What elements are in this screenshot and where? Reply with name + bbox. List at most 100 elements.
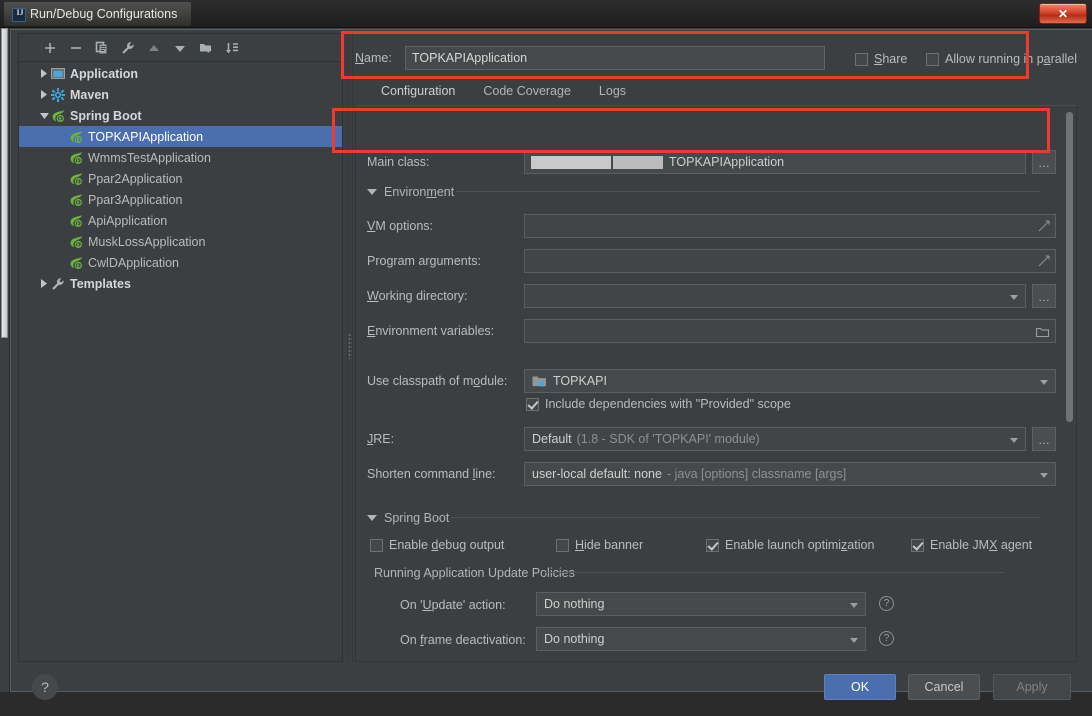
- classpath-combo[interactable]: TOPKAPI: [524, 369, 1056, 393]
- allow-parallel-checkbox[interactable]: Allow running in parallel: [926, 52, 1077, 66]
- checkbox-box: [926, 52, 939, 66]
- configurations-toolbar: [19, 34, 342, 62]
- spring-boot-section-header[interactable]: Spring Boot: [367, 511, 449, 525]
- section-divider: [544, 572, 1004, 573]
- arrow-up-icon: [149, 44, 159, 51]
- main-class-input[interactable]: TOPKAPIApplication: [524, 150, 1026, 174]
- share-label: Share: [874, 52, 908, 66]
- vm-options-input[interactable]: [524, 214, 1056, 238]
- ok-button[interactable]: OK: [824, 674, 896, 700]
- tree-item-spring-boot[interactable]: Spring Boot: [19, 105, 342, 126]
- tree-item-topkapiapplication[interactable]: TOPKAPIApplication: [19, 126, 342, 147]
- hide-banner-label: Hide banner: [575, 538, 644, 552]
- main-class-browse-button[interactable]: …: [1032, 150, 1056, 174]
- tree-item-wmmstestapplication[interactable]: WmmsTestApplication: [19, 147, 342, 168]
- tree-item-ppar3application[interactable]: Ppar3Application: [19, 189, 342, 210]
- tree-item-label: Ppar2Application: [88, 171, 183, 186]
- jre-combo[interactable]: Default (1.8 - SDK of 'TOPKAPI' module): [524, 427, 1026, 451]
- cancel-button[interactable]: Cancel: [908, 674, 980, 700]
- checkbox-box: [911, 538, 924, 552]
- tree-item-cwldapplication[interactable]: CwlDApplication: [19, 252, 342, 273]
- panel-splitter[interactable]: [346, 33, 354, 662]
- title-bar: Run/Debug Configurations ✕: [0, 0, 1092, 28]
- arrow-down-icon: [175, 45, 185, 52]
- working-directory-combo[interactable]: [524, 284, 1026, 308]
- name-label: Name:: [355, 51, 392, 65]
- frame-deactivation-combo[interactable]: Do nothing: [536, 627, 866, 651]
- provided-scope-checkbox[interactable]: Include dependencies with "Provided" sco…: [526, 397, 791, 411]
- tree-item-label: Maven: [70, 87, 109, 102]
- jre-label: JRE:: [367, 432, 395, 446]
- provided-scope-label: Include dependencies with "Provided" sco…: [545, 397, 791, 411]
- shorten-command-line-combo[interactable]: user-local default: none - java [options…: [524, 462, 1056, 486]
- folder-icon[interactable]: [1036, 326, 1049, 338]
- enable-jmx-agent-checkbox[interactable]: Enable JMX agent: [911, 538, 1032, 552]
- close-icon[interactable]: ✕: [1039, 3, 1087, 24]
- jre-value: Default: [532, 432, 572, 446]
- environment-variables-label: Environment variables:: [367, 324, 495, 338]
- tree-item-label: Spring Boot: [70, 108, 142, 123]
- redaction-block-1: [531, 155, 611, 169]
- module-icon: [532, 375, 547, 388]
- name-input[interactable]: [405, 46, 825, 70]
- redaction-block-2: [613, 155, 663, 169]
- expand-icon[interactable]: [1038, 255, 1050, 267]
- enable-launch-optimization-checkbox[interactable]: Enable launch optimization: [706, 538, 874, 552]
- update-action-help-icon[interactable]: ?: [879, 596, 894, 611]
- configurations-panel: Application Maven Spring Boot TOPKAPIApp…: [18, 33, 343, 662]
- window-scrollbar[interactable]: [0, 28, 9, 692]
- share-checkbox[interactable]: Share: [855, 52, 907, 66]
- add-configuration-button[interactable]: [37, 36, 63, 60]
- copy-icon: [95, 41, 107, 53]
- tree-item-label: Ppar3Application: [88, 192, 183, 207]
- move-up-button[interactable]: [141, 36, 167, 60]
- tab-configuration[interactable]: Configuration: [367, 81, 469, 101]
- section-divider: [451, 517, 1040, 518]
- chevron-right-icon[interactable]: [37, 84, 51, 105]
- frame-deactivation-help-icon[interactable]: ?: [879, 631, 894, 646]
- window-scrollbar-thumb[interactable]: [1, 28, 8, 338]
- environment-section-header[interactable]: Environment: [367, 185, 454, 199]
- move-down-button[interactable]: [167, 36, 193, 60]
- tab-logs[interactable]: Logs: [585, 81, 640, 101]
- content-scrollbar-thumb[interactable]: [1066, 112, 1073, 422]
- chevron-down-icon: [1010, 295, 1018, 300]
- spring-boot-section-label: Spring Boot: [384, 511, 450, 525]
- tree-item-apiapplication[interactable]: ApiApplication: [19, 210, 342, 231]
- checkbox-box: [526, 397, 539, 411]
- chevron-down-icon[interactable]: [37, 105, 51, 126]
- tree-item-application[interactable]: Application: [19, 63, 342, 84]
- apply-button[interactable]: Apply: [993, 674, 1071, 700]
- chevron-down-icon: [1010, 438, 1018, 443]
- jre-browse-button[interactable]: …: [1032, 427, 1056, 451]
- copy-configuration-button[interactable]: [89, 36, 115, 60]
- update-policies-label: Running Application Update Policies: [374, 566, 575, 580]
- update-action-combo[interactable]: Do nothing: [536, 592, 866, 616]
- chevron-right-icon[interactable]: [37, 63, 51, 84]
- environment-variables-input[interactable]: [524, 319, 1056, 343]
- program-arguments-input[interactable]: [524, 249, 1056, 273]
- splitter-grip[interactable]: [348, 333, 352, 359]
- configurations-tree[interactable]: Application Maven Spring Boot TOPKAPIApp…: [19, 63, 342, 661]
- tree-item-label: TOPKAPIApplication: [88, 129, 204, 144]
- tree-item-maven[interactable]: Maven: [19, 84, 342, 105]
- tree-item-templates[interactable]: Templates: [19, 273, 342, 294]
- sort-configurations-button[interactable]: [219, 36, 245, 60]
- hide-banner-checkbox[interactable]: Hide banner: [556, 538, 643, 552]
- allow-parallel-label: Allow running in parallel: [945, 52, 1078, 66]
- create-folder-button[interactable]: [193, 36, 219, 60]
- tab-code-coverage[interactable]: Code Coverage: [469, 81, 585, 101]
- working-directory-browse-button[interactable]: …: [1032, 284, 1056, 308]
- tree-item-label: Templates: [70, 276, 131, 291]
- edit-templates-button[interactable]: [115, 36, 141, 60]
- tree-item-musklossapplication[interactable]: MuskLossApplication: [19, 231, 342, 252]
- tree-item-ppar2application[interactable]: Ppar2Application: [19, 168, 342, 189]
- help-button[interactable]: ?: [32, 674, 58, 700]
- expand-icon[interactable]: [1038, 220, 1050, 232]
- chevron-right-icon[interactable]: [37, 273, 51, 294]
- enable-debug-output-checkbox[interactable]: Enable debug output: [370, 538, 504, 552]
- remove-configuration-button[interactable]: [63, 36, 89, 60]
- section-divider: [456, 191, 1040, 192]
- shorten-command-line-label: Shorten command line:: [367, 467, 496, 481]
- content-scrollbar[interactable]: [1064, 108, 1074, 661]
